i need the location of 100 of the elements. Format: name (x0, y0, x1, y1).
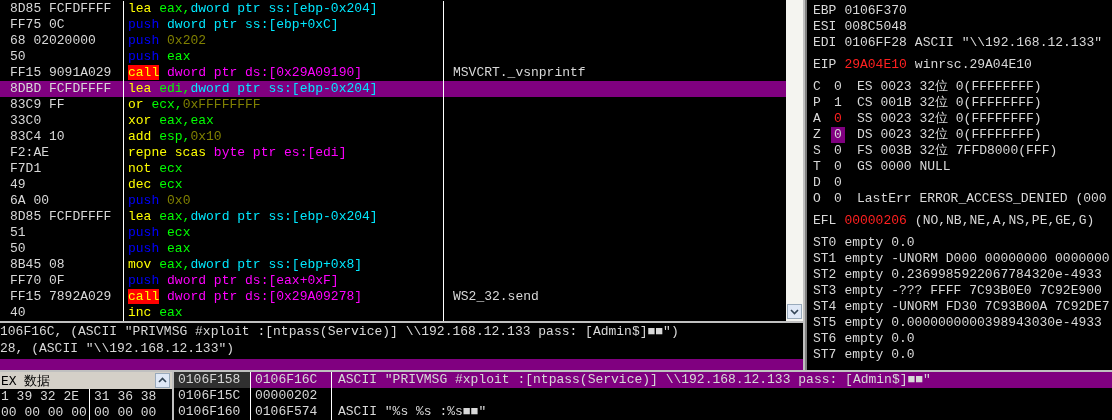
stack-row[interactable]: 0106F160 0106F574 ASCII "%s %s :%s■■" (174, 404, 1112, 420)
instruction: lea eax,dword ptr ss:[ebp-0x204] (124, 209, 444, 225)
register-name: ST7 (813, 347, 837, 363)
flag-name: P (813, 95, 822, 111)
disassembly-row[interactable]: F7D1 not ecx (0, 161, 786, 177)
hex-bytes: 8D85 FCFDFFFF (0, 1, 124, 17)
flag-value[interactable]: 0 (831, 111, 845, 127)
register-name: EDI (813, 35, 837, 51)
register-value: empty -??? FFFF 7C93B0E0 7C92E900 (844, 283, 1102, 299)
instruction: push 0x0 (124, 193, 444, 209)
hex-bytes: 50 (0, 49, 124, 65)
flag-value[interactable]: 0 (831, 191, 845, 207)
scroll-down-icon[interactable] (787, 304, 802, 319)
instruction: push dword ptr ss:[ebp+0xC] (124, 17, 444, 33)
stack-address: 0106F158 (174, 372, 251, 388)
disassembly-row[interactable]: F2:AE repne scas byte ptr es:[edi] (0, 145, 786, 161)
register-value[interactable]: 00000206 (844, 213, 907, 229)
disassembly-row[interactable]: 8DBD FCFDFFFF lea edi,dword ptr ss:[ebp-0x204] (0, 81, 786, 97)
disassembly-row[interactable]: 6A 00 push 0x0 (0, 193, 786, 209)
register-name: ST4 (813, 299, 837, 315)
disassembly-row[interactable]: FF75 0C push dword ptr ss:[ebp+0xC] (0, 17, 786, 33)
flag-value[interactable]: 0 (831, 143, 845, 159)
hex-bytes: 83C9 FF (0, 97, 124, 113)
hex-bytes: 51 (0, 225, 124, 241)
hex-bytes: 83C4 10 (0, 129, 124, 145)
instruction: call dword ptr ds:[0x29A09278] (124, 289, 444, 305)
stack-value: 0106F16C (251, 372, 332, 388)
instruction: not ecx (124, 161, 444, 177)
flag-name: O (813, 191, 822, 207)
segment-info: CS 001B 32位 0(FFFFFFFF) (857, 95, 1042, 111)
disassembly-row[interactable]: 33C0 xor eax,eax (0, 113, 786, 129)
info-line: 106F16C, (ASCII "PRIVMSG #xploit :[ntpass(Service)] \\192.168.12.133 pass: [Admin$]■■") (0, 323, 680, 340)
register-value[interactable]: 0106F370 (844, 3, 907, 19)
register-value: empty 0.0000000000398943030e-4933 (844, 315, 1102, 331)
register-name: ST5 (813, 315, 837, 331)
register-name: ST1 (813, 251, 837, 267)
instruction: or ecx,0xFFFFFFFF (124, 97, 444, 113)
register-value: empty 0.2369985922067784320e-4933 (844, 267, 1102, 283)
instruction: push eax (124, 241, 444, 257)
flag-value[interactable]: 0 (831, 175, 845, 191)
stack-row[interactable]: 0106F158 0106F16C ASCII "PRIVMSG #xploit :[ntpass(Service)] \\192.168.12.133 pass: [Admin$]■■" (174, 372, 1112, 388)
hex-bytes: 00 00 00 (93, 405, 157, 420)
instruction: xor eax,eax (124, 113, 444, 129)
scrollbar[interactable] (786, 0, 803, 321)
stack-row[interactable]: 0106F15C 00000202 (174, 388, 1112, 404)
hex-bytes: 6A 00 (0, 193, 124, 209)
register-value: empty 0.0 (844, 331, 915, 347)
register-note: ASCII "\\192.168.12.133" (914, 35, 1103, 51)
flag-name: T (813, 159, 822, 175)
disassembly-row[interactable]: 8D85 FCFDFFFF lea eax,dword ptr ss:[ebp-0x204] (0, 1, 786, 17)
segment-info: FS 003B 32位 7FFD8000(FFF) (857, 143, 1058, 159)
flag-name: A (813, 111, 822, 127)
disassembly-row[interactable]: 8B45 08 mov eax,dword ptr ss:[ebp+0x8] (0, 257, 786, 273)
comment: MSVCRT._vsnprintf (452, 65, 587, 81)
disassembly-row[interactable]: 68 02020000 push 0x202 (0, 33, 786, 49)
hex-bytes: 8D85 FCFDFFFF (0, 209, 124, 225)
register-name: ST2 (813, 267, 837, 283)
hex-bytes: FF15 7892A029 (0, 289, 124, 305)
hex-bytes: 00 00 00 00 (0, 405, 90, 420)
disassembly-row[interactable]: FF15 7892A029 call dword ptr ds:[0x29A09278] WS2_32.send (0, 289, 786, 305)
flag-value[interactable]: 1 (831, 95, 845, 111)
register-name: EFL (813, 213, 837, 229)
instruction: lea eax,dword ptr ss:[ebp-0x204] (124, 1, 444, 17)
register-name: EIP (813, 57, 837, 73)
disassembly-row[interactable]: 83C9 FF or ecx,0xFFFFFFFF (0, 97, 786, 113)
hex-bytes: FF70 0F (0, 273, 124, 289)
instruction: repne scas byte ptr es:[edi] (124, 145, 444, 161)
flag-value[interactable]: 0 (831, 159, 845, 175)
register-value: empty -UNORM FD30 7C93B00A 7C92DE7 (844, 299, 1110, 315)
register-value[interactable]: 008C5048 (844, 19, 907, 35)
disassembly-row[interactable]: 83C4 10 add esp,0x10 (0, 129, 786, 145)
hex-bytes: 33C0 (0, 113, 124, 129)
stack-value: 0106F574 (251, 404, 332, 420)
instruction: push ecx (124, 225, 444, 241)
hex-bytes: F7D1 (0, 161, 124, 177)
flag-value[interactable]: 0 (831, 127, 845, 143)
instruction: mov eax,dword ptr ss:[ebp+0x8] (124, 257, 444, 273)
disassembly-row[interactable]: 50 push eax (0, 241, 786, 257)
hex-bytes: 1 39 32 2E (0, 389, 90, 405)
register-value[interactable]: 29A04E10 (844, 57, 907, 73)
register-name: ST3 (813, 283, 837, 299)
register-value: empty -UNORM D000 00000000 0000000 (844, 251, 1110, 267)
instruction: add esp,0x10 (124, 129, 444, 145)
disassembly-row[interactable]: 51 push ecx (0, 225, 786, 241)
disassembly-row[interactable]: 49 dec ecx (0, 177, 786, 193)
hex-bytes: 8B45 08 (0, 257, 124, 273)
flag-value[interactable]: 0 (831, 79, 845, 95)
info-line: 28, (ASCII "\\192.168.12.133") (0, 340, 236, 357)
instruction: dec ecx (124, 177, 444, 193)
flag-name: D (813, 175, 822, 191)
disassembly-row[interactable]: 8D85 FCFDFFFF lea eax,dword ptr ss:[ebp-0x204] (0, 209, 786, 225)
scroll-up-icon[interactable] (155, 373, 170, 388)
segment-info: LastErr ERROR_ACCESS_DENIED (000 (857, 191, 1107, 207)
stack-comment: ASCII "PRIVMSG #xploit :[ntpass(Service)] \\192.168.12.133 pass: [Admin$]■■" (337, 372, 931, 388)
register-value[interactable]: 0106FF28 (844, 35, 907, 51)
instruction: push 0x202 (124, 33, 444, 49)
hex-bytes: 68 02020000 (0, 33, 124, 49)
instruction: lea edi,dword ptr ss:[ebp-0x204] (124, 81, 444, 97)
register-name: EBP (813, 3, 837, 19)
segment-info: DS 0023 32位 0(FFFFFFFF) (857, 127, 1042, 143)
